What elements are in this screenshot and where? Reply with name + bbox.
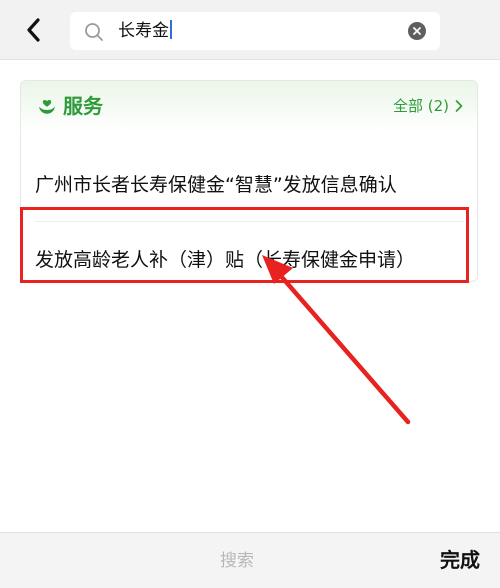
heart-hands-icon [39,100,55,114]
services-card: 服务 全部 (2) 广州市长者长寿保健金“智慧”发放信息确认 发放高龄老人补（津… [20,80,478,282]
done-button[interactable]: 完成 [440,547,480,573]
chevron-right-icon [455,100,463,112]
search-query-text[interactable]: 长寿金 [118,20,172,42]
service-item-longevity-confirm[interactable]: 广州市长者长寿保健金“智慧”发放信息确认 [35,172,465,198]
back-button[interactable] [18,14,50,46]
results-area: 服务 全部 (2) 广州市长者长寿保健金“智慧”发放信息确认 发放高龄老人补（津… [0,60,500,532]
search-button[interactable]: 搜索 [220,550,254,572]
search-query-value: 长寿金 [118,21,169,41]
search-input[interactable]: 长寿金 [70,12,440,50]
clear-circle-icon[interactable] [408,22,426,40]
text-caret [170,20,172,39]
services-header: 服务 全部 (2) [21,81,477,133]
view-all-label: 全部 (2) [392,97,449,115]
view-all-link[interactable]: 全部 (2) [393,96,463,116]
service-item-elderly-subsidy[interactable]: 发放高龄老人补（津）贴（长寿保健金申请） [35,247,465,273]
section-title: 服务 [63,94,103,118]
top-bar: 长寿金 [0,0,500,60]
search-icon [85,23,103,41]
bottom-bar: 搜索 完成 [0,532,500,588]
divider [35,221,465,222]
chevron-left-icon [27,18,40,42]
